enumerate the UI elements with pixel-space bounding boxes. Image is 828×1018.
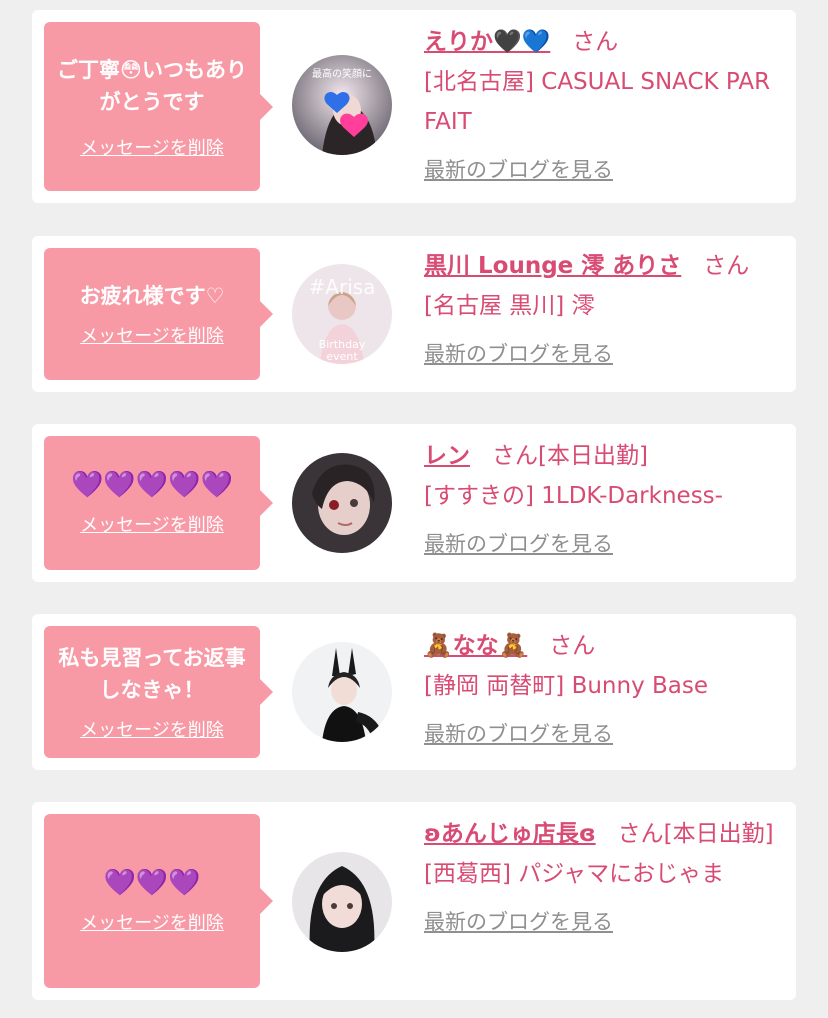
message-card: 💜💜💜 メッセージを削除 ʚあんじゅ店長ɞ さん[本日出勤] [西葛西] パジャマ…	[32, 802, 796, 1000]
sender-name-link[interactable]: えりか🖤💙	[424, 29, 550, 55]
delete-message-link[interactable]: メッセージを削除	[80, 322, 224, 348]
delete-message-link[interactable]: メッセージを削除	[80, 909, 224, 935]
sender-name-line: 黒川 Lounge 澪 ありさ さん	[424, 246, 780, 286]
status-label: [本日出勤]	[538, 443, 648, 469]
message-text: お疲れ様です♡	[79, 284, 225, 308]
latest-blog-link[interactable]: 最新のブログを見る	[424, 718, 613, 748]
sender-name-line: ʚあんじゅ店長ɞ さん[本日出勤]	[424, 814, 780, 854]
honorific-label: さん	[549, 633, 596, 659]
message-card: ご丁寧😳いつもありがとうです メッセージを削除 最高の笑顔に えりか🖤💙 さん …	[32, 10, 796, 203]
message-text: 💜💜💜	[103, 868, 201, 898]
delete-message-link[interactable]: メッセージを削除	[80, 134, 224, 160]
sender-info: えりか🖤💙 さん [北名古屋] CASUAL SNACK PARFAIT 最新のブ…	[424, 22, 780, 184]
shop-name: [北名古屋] CASUAL SNACK PARFAIT	[424, 69, 771, 135]
latest-blog-link[interactable]: 最新のブログを見る	[424, 906, 613, 936]
message-bubble: 💜💜💜 メッセージを削除	[44, 814, 273, 988]
avatar[interactable]: #Arisa Birthday event	[292, 264, 392, 364]
avatar[interactable]	[292, 642, 392, 742]
message-card: 私も見習ってお返事しなきゃ！ メッセージを削除 🧸なな🧸 さん [静岡 両替町] …	[32, 614, 796, 770]
sender-name-link[interactable]: ʚあんじゅ店長ɞ	[424, 821, 596, 847]
message-card: 💜💜💜💜💜 メッセージを削除 レン さん[本日出勤] [すすきの] 1LDK-Da…	[32, 424, 796, 582]
sender-name-link[interactable]: レン	[424, 443, 470, 469]
avatar[interactable]	[292, 852, 392, 952]
sender-name-link[interactable]: 黒川 Lounge 澪 ありさ	[424, 253, 681, 279]
sender-info: ʚあんじゅ店長ɞ さん[本日出勤] [西葛西] パジャマにおじゃま 最新のブログを…	[424, 814, 780, 936]
status-label: [本日出勤]	[663, 821, 774, 847]
shop-name: [すすきの] 1LDK-Darkness-	[424, 483, 723, 509]
message-text: 私も見習ってお返事しなきゃ！	[58, 646, 246, 702]
delete-message-link[interactable]: メッセージを削除	[80, 511, 224, 537]
latest-blog-link[interactable]: 最新のブログを見る	[424, 528, 613, 558]
message-bubble: 私も見習ってお返事しなきゃ！ メッセージを削除	[44, 626, 273, 758]
shop-name: [静岡 両替町] Bunny Base	[424, 673, 709, 699]
message-list: ご丁寧😳いつもありがとうです メッセージを削除 最高の笑顔に えりか🖤💙 さん …	[0, 0, 828, 1018]
avatar-caption: 最高の笑顔に	[312, 67, 372, 80]
sender-name-line: えりか🖤💙 さん	[424, 22, 780, 62]
sender-info: 黒川 Lounge 澪 ありさ さん [名古屋 黒川] 澪 最新のブログを見る	[424, 246, 780, 368]
sender-name-line: 🧸なな🧸 さん	[424, 626, 780, 666]
honorific-label: さん	[703, 253, 750, 279]
avatar[interactable]: 最高の笑顔に	[292, 55, 392, 155]
latest-blog-link[interactable]: 最新のブログを見る	[424, 338, 613, 368]
avatar[interactable]	[292, 453, 392, 553]
honorific-label: さん	[492, 443, 538, 469]
svg-text:event: event	[326, 350, 358, 363]
sender-name-line: レン さん[本日出勤]	[424, 436, 780, 476]
sender-info: レン さん[本日出勤] [すすきの] 1LDK-Darkness- 最新のブログを…	[424, 436, 780, 558]
shop-name: [名古屋 黒川] 澪	[424, 293, 595, 319]
message-bubble: ご丁寧😳いつもありがとうです メッセージを削除	[44, 22, 273, 191]
message-text: 💜💜💜💜💜	[71, 470, 233, 500]
shop-name: [西葛西] パジャマにおじゃま	[424, 861, 725, 887]
sender-info: 🧸なな🧸 さん [静岡 両替町] Bunny Base 最新のブログを見る	[424, 626, 780, 748]
honorific-label: さん	[572, 29, 619, 55]
message-card: お疲れ様です♡ メッセージを削除 #Arisa Birthday event 黒…	[32, 236, 796, 392]
svg-text:#Arisa: #Arisa	[309, 275, 376, 299]
message-text: ご丁寧😳いつもありがとうです	[57, 57, 247, 114]
sender-name-link[interactable]: 🧸なな🧸	[424, 633, 527, 659]
honorific-label: さん	[617, 821, 664, 847]
message-bubble: 💜💜💜💜💜 メッセージを削除	[44, 436, 273, 570]
latest-blog-link[interactable]: 最新のブログを見る	[424, 154, 613, 184]
message-bubble: お疲れ様です♡ メッセージを削除	[44, 248, 273, 380]
delete-message-link[interactable]: メッセージを削除	[80, 716, 224, 742]
